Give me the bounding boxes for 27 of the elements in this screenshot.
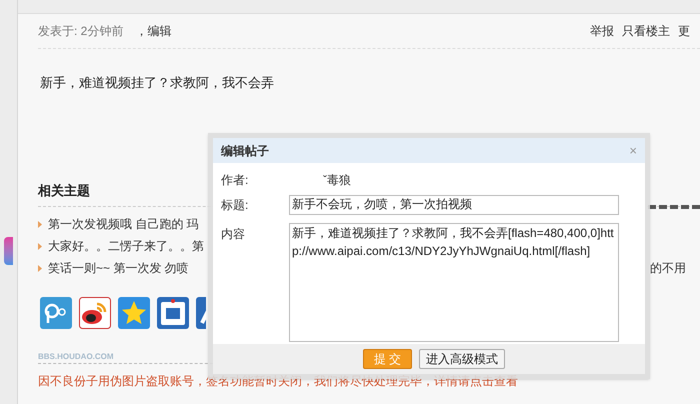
advanced-mode-button[interactable]: 进入高级模式 xyxy=(419,349,506,369)
notice-link[interactable]: 因不良份子用伪图片盗取账号，签名功能暂时关闭，我们将尽快处理完毕，详情请点击查看 xyxy=(38,372,518,390)
title-field[interactable]: 新手不会玩，勿喷，第一次拍视频 xyxy=(289,194,619,214)
field-label: 标题: xyxy=(221,196,250,214)
topic-link[interactable]: 笑话一则~~ 第一次发 勿喷 xyxy=(48,259,189,277)
chevron-icon xyxy=(38,220,42,228)
chevron-icon xyxy=(38,242,42,250)
section-heading: 相关主题 xyxy=(38,182,90,200)
share-icon[interactable] xyxy=(196,297,206,329)
eye-logo-icon[interactable] xyxy=(79,297,111,329)
chevron-icon xyxy=(38,264,42,272)
post-time: 发表于: 2分钟前 xyxy=(38,23,124,40)
topic-link[interactable]: 的不用 xyxy=(650,259,686,277)
topic-link[interactable]: 第一次发视频哦 自己跑的 玛 xyxy=(48,215,199,233)
action-link[interactable]: 更 xyxy=(678,22,690,40)
note-icon[interactable] xyxy=(157,297,189,329)
author-name: ˇ毒狼 xyxy=(323,172,351,189)
edit-link[interactable]: ，编辑 xyxy=(135,22,172,40)
dialog-title: 编辑帖子 xyxy=(221,142,269,160)
post-text: 新手，难道视频挂了？求教阿，我不会弄 xyxy=(40,74,275,92)
action-link[interactable]: 只看楼主 xyxy=(622,22,670,40)
field-label: 内容 xyxy=(221,226,246,243)
circle-logo-icon[interactable] xyxy=(40,297,72,329)
content-field[interactable]: 新手，难道视频挂了？求教阿，我不会弄[flash=480,400,0]http://www.aipai.com/c13/NDY2JyYhJWgnaiUq.html[/flash] xyxy=(289,223,619,342)
action-link[interactable]: 举报 xyxy=(590,22,614,40)
field-label: 作者: xyxy=(221,172,250,189)
topic-link[interactable]: 大家好。。二愣子来了。。第 xyxy=(48,237,204,255)
